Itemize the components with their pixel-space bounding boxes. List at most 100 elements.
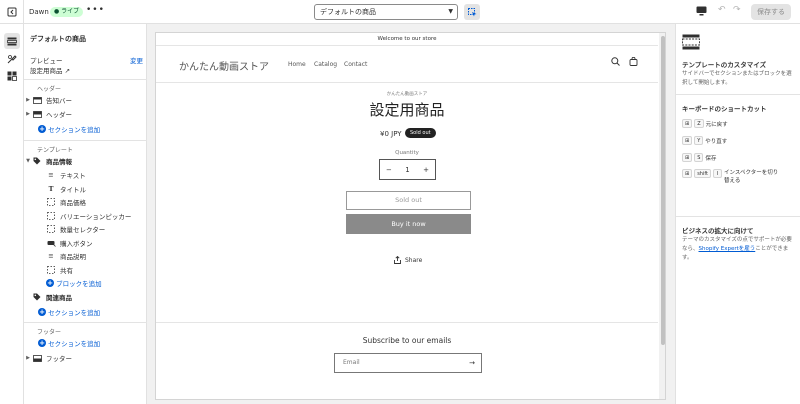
- quantity-minus-button[interactable]: −: [386, 166, 392, 174]
- preview-product[interactable]: 設定用商品 ↗: [30, 65, 70, 75]
- apps-tab[interactable]: [4, 68, 20, 84]
- product-title: 設定用商品: [369, 101, 445, 119]
- shortcut-redo: ⊞ Y やり直す: [682, 136, 727, 145]
- layout-icon: [682, 34, 700, 52]
- store-header: かんたん動画ストア Home Catalog Contact: [156, 46, 658, 83]
- nav-link-catalog[interactable]: Catalog: [314, 61, 337, 68]
- add-section-label: セクションを追加: [48, 126, 101, 134]
- add-block-label: ブロックを追加: [56, 280, 102, 288]
- block-share[interactable]: 共有: [24, 264, 147, 276]
- block-label: 数量セレクター: [60, 226, 106, 234]
- chevron-right-icon[interactable]: ▶: [24, 355, 32, 361]
- search-icon[interactable]: [611, 57, 620, 68]
- tag-icon: [32, 293, 42, 301]
- sections-tab[interactable]: [4, 33, 20, 49]
- quantity-plus-button[interactable]: +: [423, 166, 429, 174]
- store-logo[interactable]: かんたん動画ストア: [179, 58, 269, 73]
- change-preview-link[interactable]: 変更: [130, 55, 143, 65]
- sidebar-item-footer[interactable]: ▶ フッター: [24, 352, 147, 364]
- block-label: テキスト: [60, 172, 86, 180]
- chevron-right-icon[interactable]: ▶: [24, 97, 32, 103]
- plus-circle-icon: +: [38, 339, 46, 347]
- email-placeholder: Email: [343, 359, 360, 366]
- quantity-label: Quantity: [395, 150, 419, 156]
- chevron-down-icon[interactable]: ▼: [24, 158, 32, 164]
- quantity-value[interactable]: 1: [405, 166, 409, 174]
- button-icon: [46, 239, 56, 247]
- cart-icon[interactable]: [629, 56, 638, 68]
- placeholder-block-icon: [46, 266, 56, 274]
- inspector-icon: [467, 7, 476, 16]
- sidebar-item-label: 商品情報: [46, 158, 72, 166]
- email-field[interactable]: Email →: [334, 353, 482, 373]
- key: Z: [694, 119, 704, 128]
- header-group-label: ヘッダー: [37, 86, 62, 93]
- theme-settings-tab[interactable]: [4, 51, 20, 67]
- add-section-header-button[interactable]: + セクションを追加: [24, 123, 147, 135]
- customize-description: サイドバーでセクションまたはブロックを選択して開始します。: [682, 71, 792, 86]
- live-badge: ● ライブ: [50, 7, 84, 17]
- more-icon[interactable]: •••: [86, 5, 105, 15]
- template-select[interactable]: デフォルトの商品 ▼: [314, 4, 458, 20]
- sidebar-item-header[interactable]: ▶ ヘッダー: [24, 108, 147, 120]
- text-lines-icon: ≡: [48, 252, 54, 260]
- block-variant-picker[interactable]: バリエーションピッカー: [24, 210, 147, 222]
- chevron-right-icon[interactable]: ▶: [24, 111, 32, 117]
- command-key: ⊞: [682, 136, 693, 145]
- add-section-footer-button[interactable]: + セクションを追加: [24, 337, 147, 349]
- plus-circle-icon: +: [38, 308, 46, 316]
- divider: [24, 140, 147, 141]
- shortcut-inspector: ⊞ shift I インスペクターを切り替える: [682, 169, 782, 185]
- preview-label: プレビュー: [30, 57, 63, 65]
- sidebar-item-label: フッター: [46, 355, 72, 363]
- sold-out-button[interactable]: Sold out: [346, 191, 471, 210]
- preview-scrollbar-thumb[interactable]: [661, 36, 665, 345]
- sidebar-item-announcement-bar[interactable]: ▶ 告知バー: [24, 94, 147, 106]
- add-block-button[interactable]: + ブロックを追加: [24, 277, 147, 289]
- add-section-template-button[interactable]: + セクションを追加: [24, 306, 147, 318]
- theme-name: Dawn: [29, 8, 49, 16]
- sold-out-badge: Sold out: [405, 128, 436, 138]
- block-title[interactable]: T タイトル: [24, 183, 147, 195]
- undo-icon[interactable]: ↶: [718, 5, 726, 15]
- inspector-toggle-button[interactable]: [464, 4, 480, 20]
- sidebar-item-related-products[interactable]: 関連商品: [24, 291, 147, 303]
- icon-rail: [0, 24, 24, 404]
- command-key: ⊞: [682, 119, 693, 128]
- hire-expert-link[interactable]: Shopify Expertを雇う: [699, 246, 756, 252]
- key: I: [713, 169, 722, 178]
- block-buy-buttons[interactable]: 購入ボタン: [24, 237, 147, 249]
- shortcut-undo: ⊞ Z 元に戻す: [682, 119, 728, 128]
- block-label: 商品説明: [60, 253, 86, 261]
- growth-title: ビジネスの拡大に向けて: [682, 227, 754, 235]
- arrow-right-icon[interactable]: →: [469, 354, 475, 372]
- placeholder-block-icon: [46, 198, 56, 206]
- command-key: ⊞: [682, 169, 693, 178]
- subscribe-title: Subscribe to our emails: [362, 336, 452, 345]
- buy-it-now-button[interactable]: Buy it now: [346, 214, 471, 234]
- placeholder-block-icon: [46, 225, 56, 233]
- share-button[interactable]: Share: [394, 256, 422, 264]
- plus-circle-icon: +: [46, 279, 54, 287]
- save-button[interactable]: 保存する: [751, 4, 791, 20]
- block-label: バリエーションピッカー: [60, 213, 132, 221]
- exit-button[interactable]: [0, 0, 24, 24]
- divider: [676, 94, 800, 95]
- block-quantity-selector[interactable]: 数量セレクター: [24, 223, 147, 235]
- redo-icon[interactable]: ↷: [733, 5, 741, 15]
- block-description[interactable]: ≡ 商品説明: [24, 250, 147, 262]
- live-badge-label: ライブ: [61, 8, 80, 15]
- announcement-bar: Welcome to our store: [156, 33, 658, 46]
- device-preview-button[interactable]: [696, 6, 707, 18]
- quantity-stepper: − 1 +: [379, 159, 436, 180]
- nav-link-home[interactable]: Home: [288, 61, 306, 68]
- add-section-label: セクションを追加: [48, 340, 101, 348]
- sidebar-item-product-info[interactable]: ▼ 商品情報: [24, 155, 147, 167]
- block-price[interactable]: 商品価格: [24, 196, 147, 208]
- shortcut-save: ⊞ S 保存: [682, 153, 716, 162]
- store-preview-frame: Welcome to our store かんたん動画ストア Home Cata…: [155, 32, 666, 400]
- nav-link-contact[interactable]: Contact: [344, 61, 367, 68]
- exit-icon: [7, 7, 16, 17]
- block-text[interactable]: ≡ テキスト: [24, 169, 147, 181]
- external-link-icon: ↗: [64, 67, 71, 75]
